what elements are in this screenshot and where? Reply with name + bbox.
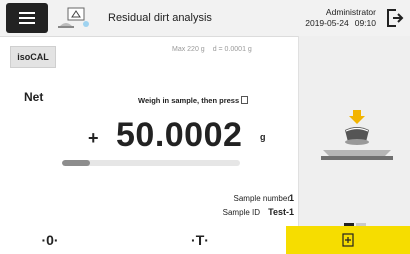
sample-id-value: Test-1 [268, 207, 294, 217]
header-bar: Residual dirt analysis Administrator 201… [0, 0, 410, 37]
instruction-label: Weigh in sample, then press [138, 96, 240, 105]
page-title: Residual dirt analysis [108, 12, 212, 24]
time: 09:10 [354, 18, 376, 28]
sample-id-label: Sample ID [222, 208, 260, 217]
illustration-panel [298, 36, 410, 226]
instruction-text: Weigh in sample, then press [138, 96, 249, 105]
menu-icon-line [19, 12, 35, 14]
readability: d = 0.0001 g [212, 46, 252, 53]
weight-value: 50.0002 [116, 116, 243, 154]
zero-button[interactable]: ·0· [20, 226, 80, 254]
weight-sign: + [88, 128, 99, 148]
logout-icon[interactable] [386, 8, 404, 28]
ok-icon [342, 233, 354, 247]
ok-button[interactable] [286, 226, 410, 254]
balance-app-icon [58, 7, 89, 28]
menu-icon-line [19, 22, 35, 24]
date: 2019-05-24 [305, 18, 349, 28]
weighing-progress-fill [62, 160, 91, 166]
ok-small-icon [241, 96, 249, 104]
menu-icon-line [19, 17, 35, 19]
sample-number-value: 1 [288, 193, 294, 203]
footer-bar: ·0· ·T· [0, 226, 410, 254]
weighing-range: Max 220 g d = 0.0001 g [172, 46, 252, 53]
menu-button[interactable] [6, 3, 48, 33]
weighing-progress-bar [62, 160, 240, 166]
tare-button[interactable]: ·T· [170, 226, 230, 254]
scale-illustration [321, 110, 393, 160]
max-capacity: Max 220 g [172, 46, 205, 53]
username: Administrator [325, 7, 376, 17]
isocal-button[interactable]: isoCAL [10, 46, 56, 68]
weight-unit: g [260, 132, 266, 142]
net-label: Net [24, 90, 44, 104]
user-info: Administrator 2019-05-24 09:10 [305, 7, 376, 29]
